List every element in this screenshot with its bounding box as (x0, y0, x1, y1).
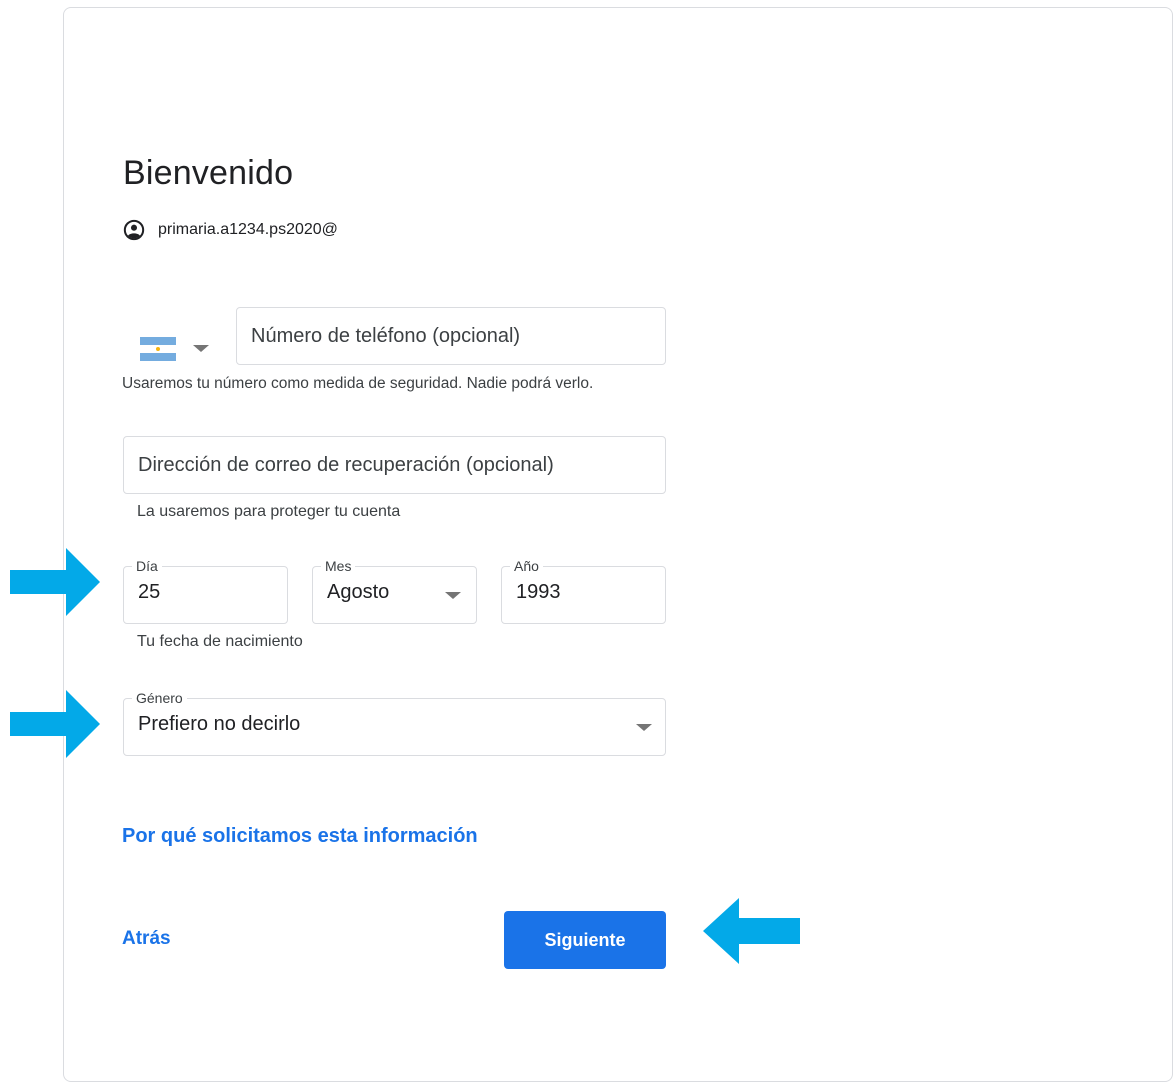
recovery-email-input[interactable]: Dirección de correo de recuperación (opc… (123, 436, 666, 494)
gender-dropdown-chevron-icon (636, 724, 652, 731)
country-dropdown-chevron-icon[interactable] (193, 345, 209, 352)
arrow-right-icon (10, 690, 100, 758)
day-value: 25 (138, 581, 161, 603)
day-label: Día (132, 557, 162, 575)
month-dropdown-chevron-icon (445, 592, 461, 599)
gender-value: Prefiero no decirlo (138, 713, 301, 735)
recovery-email-placeholder: Dirección de correo de recuperación (opc… (138, 453, 554, 476)
recovery-email-hint: La usaremos para proteger tu cuenta (137, 503, 401, 520)
page-title: Bienvenido (123, 154, 294, 192)
arrow-left-icon (703, 898, 800, 964)
phone-hint: Usaremos tu número como medida de seguri… (122, 375, 594, 392)
account-circle-icon (123, 219, 145, 241)
month-label: Mes (321, 557, 356, 575)
birthday-hint: Tu fecha de nacimiento (137, 633, 303, 650)
month-select[interactable]: Mes Agosto (312, 557, 477, 624)
year-value: 1993 (516, 581, 561, 603)
day-input[interactable]: Día 25 (123, 557, 288, 624)
why-info-link[interactable]: Por qué solicitamos esta información (122, 825, 478, 848)
phone-input[interactable]: Número de teléfono (opcional) (236, 307, 666, 365)
next-button[interactable]: Siguiente (504, 911, 666, 969)
year-label: Año (510, 557, 543, 575)
arrow-right-icon (10, 548, 100, 616)
gender-select[interactable]: Género Prefiero no decirlo (123, 689, 666, 756)
gender-label: Género (132, 689, 187, 707)
month-value: Agosto (327, 581, 390, 603)
account-chip: primaria.a1234.ps2020@ (123, 218, 338, 242)
account-email: primaria.a1234.ps2020@ (158, 221, 338, 238)
back-link[interactable]: Atrás (122, 928, 171, 950)
argentina-flag-icon[interactable] (140, 337, 176, 361)
year-input[interactable]: Año 1993 (501, 557, 666, 624)
phone-placeholder: Número de teléfono (opcional) (251, 324, 521, 347)
